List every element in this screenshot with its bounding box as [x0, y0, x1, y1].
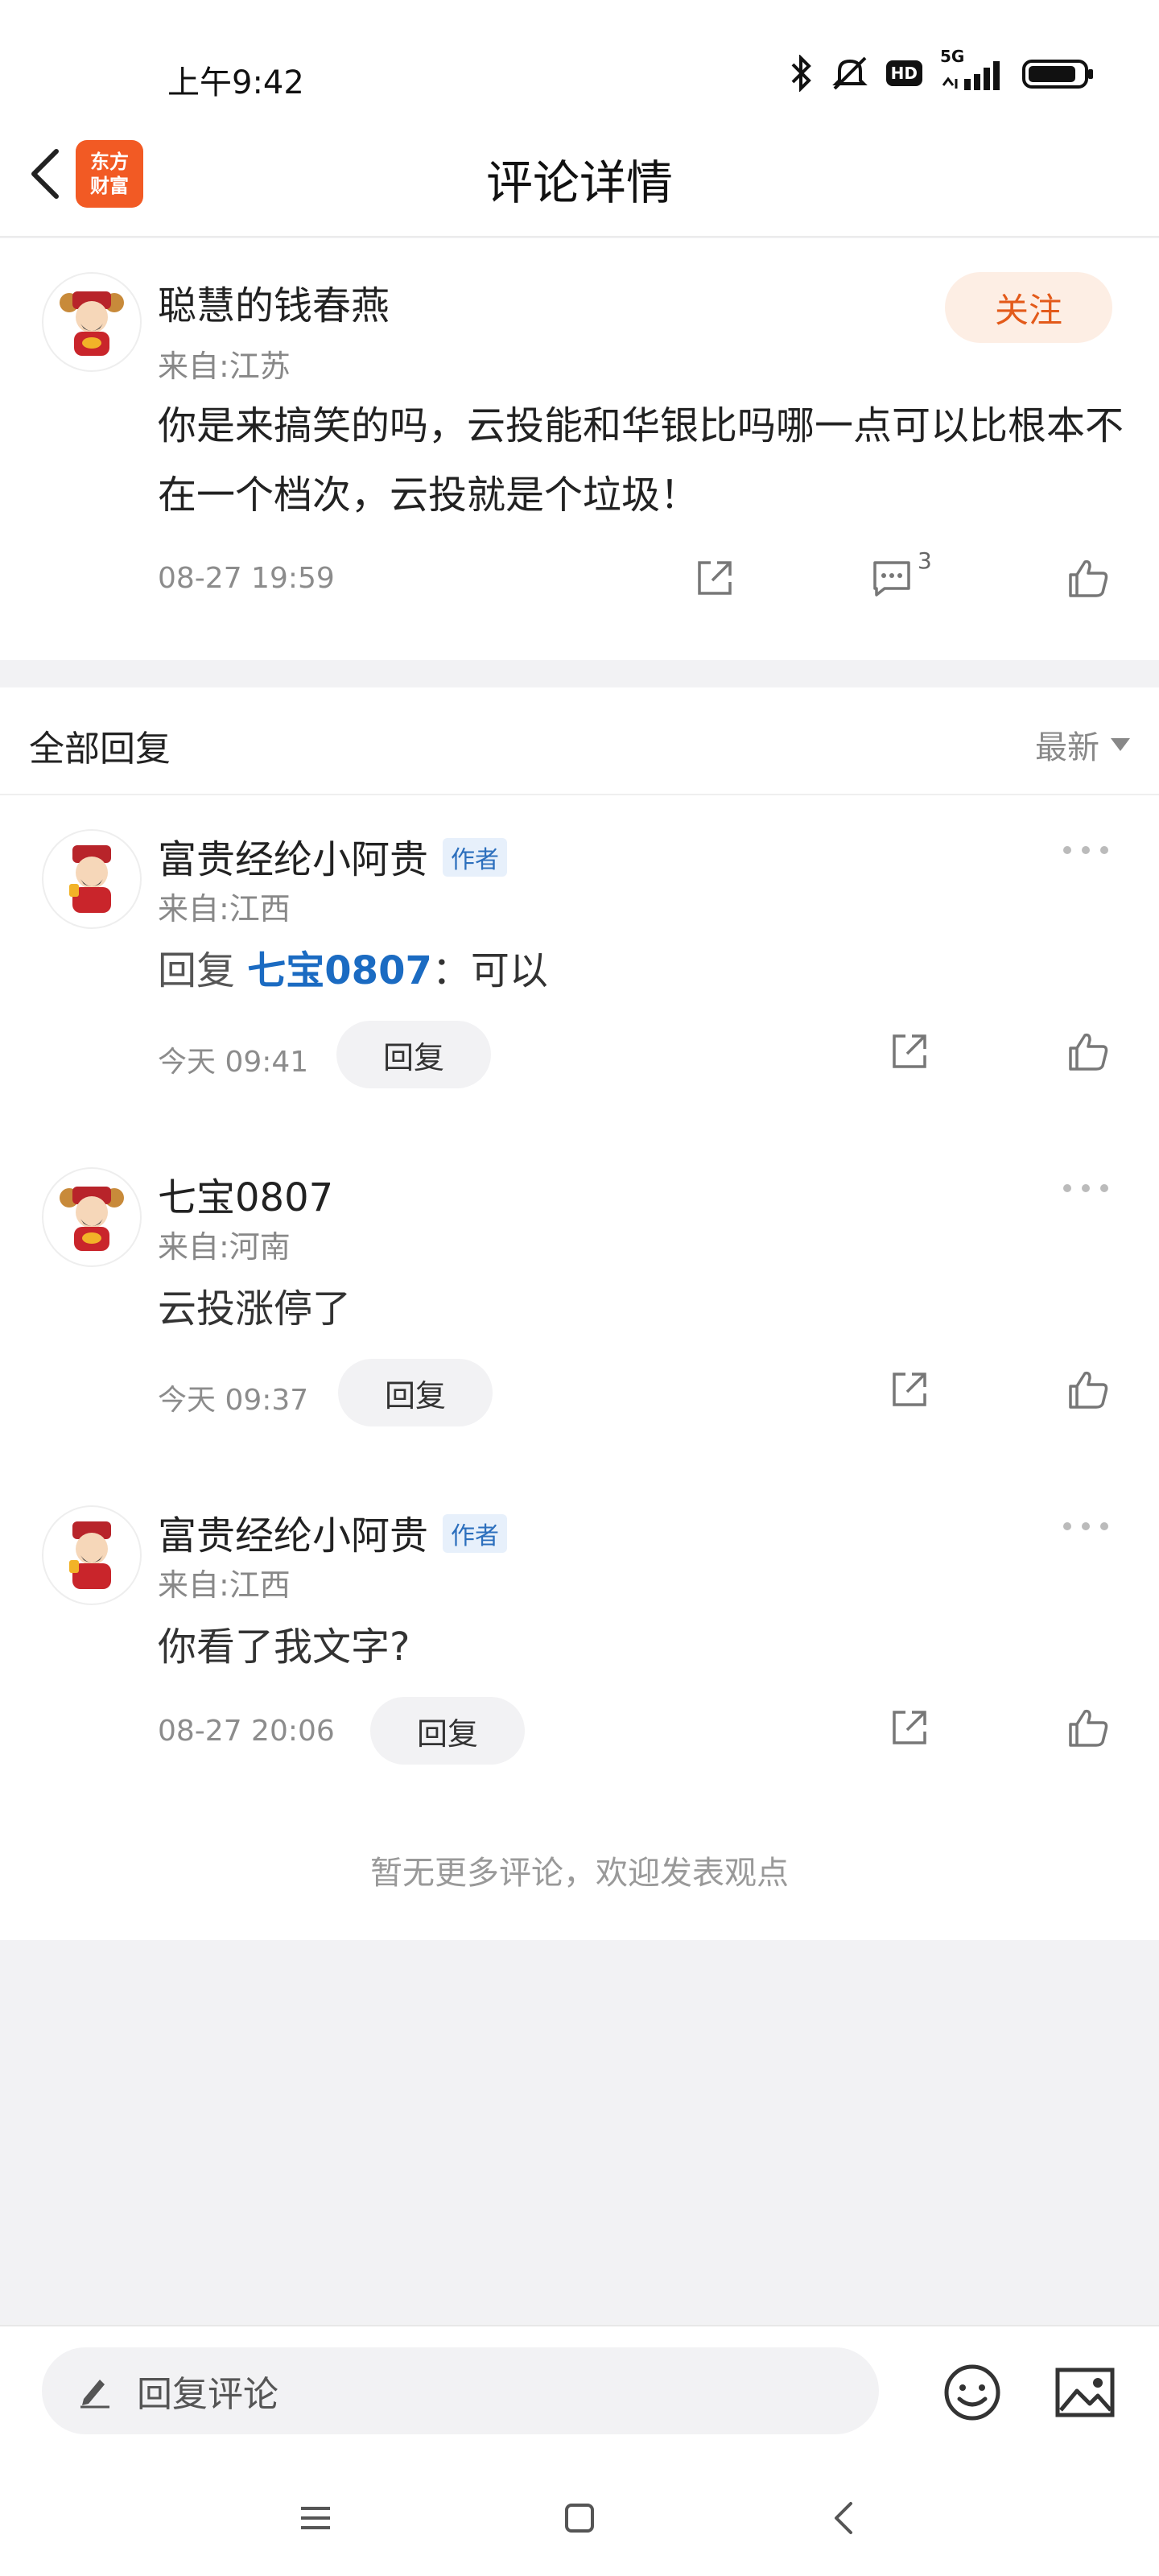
reply-item: 富贵经纶小阿贵 作者 来自:江西 回复 七宝0807：可以 今天 09:41 回复 [0, 795, 1159, 1133]
reply-input[interactable]: 回复评论 [42, 2347, 879, 2434]
thumbs-up-icon [1069, 1371, 1108, 1409]
reply-item: 七宝0807 来自:河南 云投涨停了 今天 09:37 回复 [0, 1133, 1159, 1472]
image-button[interactable] [1051, 2359, 1119, 2426]
reply-location: 来自:河南 [158, 1229, 291, 1265]
replies-header: 全部回复 最新 [0, 687, 1159, 795]
more-options-button[interactable] [1058, 1172, 1114, 1204]
share-button[interactable] [691, 554, 739, 602]
reply-item: 富贵经纶小阿贵 作者 来自:江西 你看了我文字? 08-27 20:06 回复 [0, 1472, 1159, 1810]
recent-apps-button[interactable] [291, 2494, 340, 2542]
reply-location: 来自:江西 [158, 1567, 291, 1603]
replies-title: 全部回复 [29, 729, 171, 770]
page-title: 评论详情 [485, 155, 673, 210]
avatar[interactable] [42, 829, 142, 929]
image-icon [1055, 2368, 1115, 2417]
reply-username[interactable]: 七宝0807 [158, 1166, 333, 1222]
comment-text: 你是来搞笑的吗，云投能和华银比吗哪一点可以比根本不在一个档次，云投就是个垃圾！ [158, 403, 1124, 518]
more-options-button[interactable] [1058, 834, 1114, 866]
bottom-bar: 回复评论 [0, 2325, 1159, 2576]
like-button[interactable] [1062, 1026, 1114, 1077]
like-button[interactable] [1062, 552, 1114, 604]
battery-icon [1022, 55, 1095, 92]
avatar[interactable] [42, 272, 142, 372]
fortune-god-avatar-icon [69, 1521, 111, 1589]
fortune-god-avatar-icon [69, 845, 111, 913]
thumbs-up-icon [1069, 1709, 1108, 1747]
reply-button[interactable]: 回复 [370, 1697, 525, 1765]
back-arrow-icon [835, 2502, 852, 2534]
reply-text: 云投涨停了 [158, 1286, 352, 1331]
signal-icon: 5G [940, 47, 1004, 92]
like-button[interactable] [1062, 1702, 1114, 1753]
home-button[interactable] [555, 2494, 604, 2542]
follow-button[interactable]: 关注 [945, 272, 1112, 343]
pencil-icon [80, 2380, 109, 2409]
replies-section: 全部回复 最新 富贵经纶小阿贵 作者 来自:江西 回复 七宝0807：可以 今天… [0, 687, 1159, 1940]
fortune-god-avatar-icon [60, 291, 124, 356]
share-button[interactable] [885, 1027, 934, 1075]
bluetooth-icon [790, 55, 814, 92]
emoji-button[interactable] [938, 2359, 1006, 2426]
more-dots-icon [1063, 1522, 1108, 1530]
network-label: 5G [940, 47, 965, 66]
hd-icon: HD [885, 60, 922, 86]
sort-label: 最新 [1035, 729, 1099, 766]
reply-time: 08-27 20:06 [158, 1715, 335, 1748]
comment-icon [873, 561, 910, 597]
reply-button[interactable]: 回复 [338, 1359, 493, 1426]
reply-body: ：可以 [431, 948, 548, 993]
thumbs-up-icon [1069, 1033, 1108, 1071]
avatar[interactable] [42, 1167, 142, 1267]
reply-location: 来自:江西 [158, 891, 291, 927]
comment-count: 3 [918, 547, 932, 574]
share-button[interactable] [885, 1365, 934, 1414]
comment-location: 来自:江苏 [158, 349, 291, 384]
share-icon [893, 1034, 926, 1068]
reply-username-row: 富贵经纶小阿贵 作者 [158, 1504, 508, 1560]
system-back-button[interactable] [819, 2494, 868, 2542]
author-badge: 作者 [443, 1514, 508, 1553]
avatar[interactable] [42, 1505, 142, 1605]
more-options-button[interactable] [1058, 1510, 1114, 1542]
reply-time: 今天 09:41 [158, 1046, 309, 1079]
reply-username[interactable]: 富贵经纶小阿贵 [158, 837, 428, 882]
caret-down-icon [1111, 738, 1130, 751]
comment-time: 08-27 19:59 [158, 562, 335, 595]
reply-username-row: 富贵经纶小阿贵 作者 [158, 828, 508, 884]
status-time: 上午9:42 [167, 64, 304, 101]
reply-mention-link[interactable]: 七宝0807 [247, 948, 432, 993]
status-icons: HD 5G [790, 47, 1095, 92]
main-comment: 聪慧的钱春燕 来自:江苏 关注 你是来搞笑的吗，云投能和华银比吗哪一点可以比根本… [0, 238, 1159, 660]
more-dots-icon [1063, 846, 1108, 854]
comment-username[interactable]: 聪慧的钱春燕 [158, 274, 390, 330]
share-icon [698, 561, 732, 595]
smiley-icon [944, 2364, 1000, 2421]
share-button[interactable] [885, 1703, 934, 1752]
thumbs-up-icon [1069, 559, 1108, 597]
reply-input-placeholder: 回复评论 [137, 2374, 278, 2415]
comment-button[interactable] [868, 554, 916, 602]
home-square-icon [565, 2504, 594, 2533]
nav-bar: 东方 财富 评论详情 [0, 121, 1159, 237]
author-badge: 作者 [443, 838, 508, 877]
bell-muted-icon [831, 55, 868, 92]
sort-dropdown[interactable]: 最新 [1035, 721, 1130, 768]
reply-text: 回复 七宝0807：可以 [158, 939, 548, 995]
no-more-comments-text: 暂无更多评论，欢迎发表观点 [370, 1855, 789, 1892]
reply-username[interactable]: 富贵经纶小阿贵 [158, 1513, 428, 1558]
reply-prefix: 回复 [158, 948, 236, 993]
reply-time: 今天 09:37 [158, 1384, 309, 1417]
share-icon [893, 1711, 926, 1744]
more-dots-icon [1063, 1184, 1108, 1192]
share-icon [893, 1373, 926, 1406]
reply-text: 你看了我文字? [158, 1624, 410, 1670]
reply-button[interactable]: 回复 [336, 1021, 491, 1088]
fortune-god-avatar-icon [60, 1187, 124, 1251]
menu-icon [301, 2507, 330, 2529]
like-button[interactable] [1062, 1364, 1114, 1415]
